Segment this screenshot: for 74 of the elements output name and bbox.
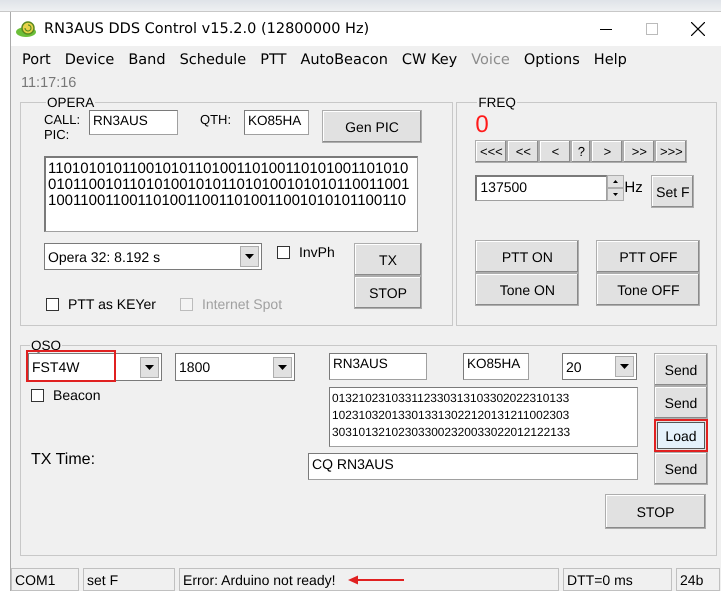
set-frequency-button[interactable]: Set F — [651, 175, 694, 208]
toggle-button[interactable]: Tone OFF — [596, 273, 700, 306]
stop-button[interactable]: STOP — [605, 494, 706, 529]
menu-item[interactable]: Options — [516, 52, 587, 68]
menu-item[interactable]: CW Key — [394, 52, 464, 68]
mode-dropdown[interactable]: Opera 32: 8.192 s — [44, 243, 262, 270]
checkbox[interactable] — [277, 246, 290, 258]
step-button[interactable]: <<< — [475, 140, 508, 163]
status-text: 24b — [680, 572, 704, 588]
dropdown-arrow-icon — [278, 364, 287, 370]
mode-dropdown[interactable]: FST4W — [28, 353, 162, 381]
send-button[interactable]: Send — [654, 353, 708, 386]
clock-text: 11:17:16 — [20, 74, 78, 93]
menu-item[interactable]: Band — [121, 52, 173, 68]
band-dropdown[interactable]: 1800 — [175, 353, 295, 381]
group-title: QSO — [30, 338, 62, 353]
spinner[interactable] — [607, 175, 624, 201]
qth-field[interactable]: KO85HA — [244, 110, 309, 135]
gen-pic-button[interactable]: Gen PIC — [322, 110, 422, 143]
checkbox-label: Beacon — [53, 387, 100, 403]
tx-button[interactable]: TX — [354, 243, 422, 276]
call-field[interactable]: RN3AUS — [89, 110, 178, 135]
step-button[interactable]: >>> — [655, 140, 688, 163]
checkbox-label: InvPh — [299, 244, 335, 260]
toggle-button[interactable]: Tone ON — [475, 273, 580, 306]
down-arrow-icon — [613, 193, 618, 196]
unit-label: Hz — [624, 179, 644, 196]
call-field[interactable]: RN3AUS — [329, 353, 427, 380]
group-title: OPERA — [46, 95, 96, 110]
send-button[interactable]: Send — [654, 386, 708, 419]
menu-item[interactable]: Device — [58, 52, 122, 68]
menu-item[interactable]: AutoBeacon — [293, 52, 395, 68]
status-text: set F — [87, 572, 118, 588]
status-text: DTT=0 ms — [567, 572, 633, 588]
dropdown-arrow-icon — [620, 364, 629, 369]
toggle-button[interactable]: PTT OFF — [596, 240, 700, 273]
up-arrow-icon — [613, 180, 618, 183]
close-icon — [691, 22, 705, 36]
locator-field[interactable]: KO85HA — [463, 353, 529, 380]
menu-item[interactable]: Port — [15, 52, 58, 68]
symbols-text-area[interactable]: 013210231033112330313103302022310133 102310320133013313022120131211002303 303101321023033002320033022012122133 — [329, 387, 638, 447]
checkbox-label: PTT as KEYer — [68, 296, 156, 312]
step-button[interactable]: < — [539, 140, 572, 163]
window-title: RN3AUS DDS Control v15.2.0 (12800000 Hz) — [44, 21, 370, 37]
step-button[interactable]: << — [507, 140, 540, 163]
menu-item[interactable]: Help — [586, 52, 634, 68]
dropdown-arrow-icon — [245, 254, 254, 259]
status-text: COM1 — [15, 572, 56, 588]
checkbox[interactable] — [31, 388, 44, 402]
step-button[interactable]: > — [591, 140, 624, 163]
send-button[interactable]: Send — [654, 452, 708, 485]
field-label: QTH: — [200, 112, 232, 127]
checkbox[interactable] — [46, 298, 59, 310]
group-title: FREQ — [477, 95, 517, 110]
checkbox-label: Internet Spot — [202, 296, 282, 312]
snail-icon — [15, 20, 37, 38]
dropdown-arrow-icon — [145, 364, 154, 370]
power-dropdown[interactable]: 20 — [562, 353, 637, 380]
menu-item[interactable]: PTT — [253, 52, 294, 68]
toggle-button[interactable]: PTT ON — [475, 240, 580, 273]
frequency-field[interactable]: 137500 — [475, 175, 608, 201]
menu-item[interactable]: Schedule — [172, 52, 254, 68]
pic-text-area[interactable]: 11010101011001010110100110100110101001101010 01011001011010100101011010100101010110011001 10011001100110100110011010011001010101100110 — [44, 156, 418, 232]
step-button[interactable]: >> — [623, 140, 656, 163]
step-button[interactable]: ? — [571, 140, 592, 163]
field-label: TX Time: — [30, 451, 96, 469]
field-label: CALL: — [44, 112, 82, 127]
status-text: Error: Arduino not ready! — [183, 572, 336, 588]
load-button[interactable]: Load — [654, 419, 708, 452]
maximize-icon — [646, 23, 658, 35]
stop-button[interactable]: STOP — [354, 276, 422, 309]
frequency-readout: 0 — [475, 110, 490, 140]
message-field[interactable]: CQ RN3AUS — [308, 453, 638, 480]
field-label: PIC: — [44, 127, 70, 142]
